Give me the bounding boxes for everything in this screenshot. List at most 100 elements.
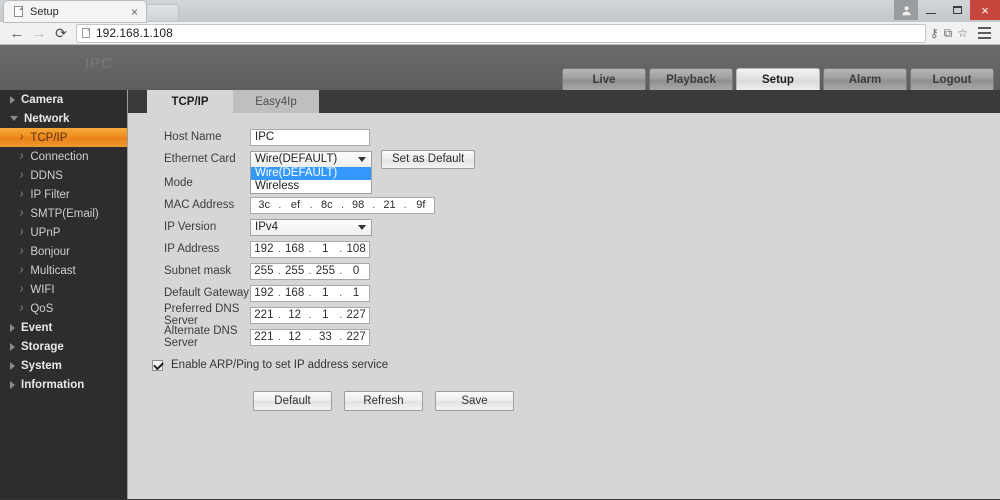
ip-octet-1[interactable]: 192 [251, 243, 277, 255]
window-close-button[interactable]: × [970, 0, 1000, 20]
sidebar-group-system[interactable]: System [0, 356, 127, 375]
dropdown-option-wireless[interactable]: Wireless [251, 180, 371, 193]
chevron-right-icon [10, 95, 15, 104]
refresh-button[interactable]: Refresh [344, 391, 423, 411]
sidebar-item-wifi[interactable]: › WIFI [0, 280, 127, 299]
address-bar[interactable]: 192.168.1.108 [76, 23, 926, 43]
sidebar-group-network[interactable]: Network [0, 109, 127, 128]
nav-alarm[interactable]: Alarm [823, 68, 907, 90]
host-name-label: Host Name [164, 131, 222, 143]
browser-tab[interactable]: Setup × [4, 1, 146, 22]
tcpip-form: Host Name IPC Ethernet Card Wire(DEFAULT… [128, 113, 1000, 411]
ip-octet-2[interactable]: 168 [282, 243, 308, 255]
sidebar-item-upnp[interactable]: › UPnP [0, 223, 127, 242]
ip-address-field[interactable]: 192 . 168 . 1 . 108 [250, 240, 370, 258]
pdns-octet-4[interactable]: 227 [343, 309, 369, 321]
forward-icon: → [31, 24, 47, 42]
nav-playback[interactable]: Playback [649, 68, 733, 90]
arp-ping-row: Enable ARP/Ping to set IP address servic… [128, 359, 1000, 371]
sidebar-item-ip-filter[interactable]: › IP Filter [0, 185, 127, 204]
sidebar-item-ddns[interactable]: › DDNS [0, 166, 127, 185]
copy-icon[interactable]: ⧉ [944, 27, 953, 39]
adns-octet-3[interactable]: 33 [313, 331, 339, 343]
ethernet-card-dropdown[interactable]: Wire(DEFAULT) Wireless [250, 167, 372, 194]
subnet-octet-4[interactable]: 0 [343, 265, 369, 277]
sidebar-item-qos[interactable]: › QoS [0, 299, 127, 318]
ip-version-select[interactable]: IPv4 [250, 218, 372, 236]
star-icon[interactable]: ☆ [957, 27, 968, 39]
preferred-dns-field[interactable]: 221 . 12 . 1 . 227 [250, 306, 370, 324]
sidebar-item-connection[interactable]: › Connection [0, 147, 127, 166]
pdns-octet-2[interactable]: 12 [282, 309, 308, 321]
sidebar-item-label: Connection [30, 150, 89, 163]
tab-tcpip[interactable]: TCP/IP [147, 90, 233, 113]
mac-seg-2: ef [290, 199, 301, 211]
sidebar-group-camera[interactable]: Camera [0, 90, 127, 109]
sidebar-item-label: Multicast [30, 264, 76, 277]
adns-octet-4[interactable]: 227 [343, 331, 369, 343]
device-body: Camera Network › TCP/IP › Connection › D… [0, 90, 1000, 499]
gateway-octet-4[interactable]: 1 [343, 287, 369, 299]
alternate-dns-field[interactable]: 221 . 12 . 33 . 227 [250, 328, 370, 346]
sidebar-item-multicast[interactable]: › Multicast [0, 261, 127, 280]
set-as-default-button[interactable]: Set as Default [381, 149, 476, 169]
nav-setup[interactable]: Setup [736, 68, 820, 90]
tab-easy4ip[interactable]: Easy4Ip [233, 90, 319, 113]
ip-octet-3[interactable]: 1 [313, 243, 339, 255]
mac-address-label: MAC Address [164, 199, 235, 211]
sidebar-item-label: TCP/IP [30, 131, 68, 144]
ethernet-card-value: Wire(DEFAULT) [255, 153, 338, 165]
subnet-octet-1[interactable]: 255 [251, 265, 277, 277]
arp-ping-checkbox[interactable] [152, 359, 163, 371]
minimize-button[interactable] [918, 0, 944, 20]
new-tab-button[interactable] [145, 4, 179, 22]
subnet-octet-3[interactable]: 255 [313, 265, 339, 277]
browser-tabstrip: Setup × × [0, 0, 1000, 22]
chevron-right-icon: › [20, 225, 24, 240]
sidebar-item-bonjour[interactable]: › Bonjour [0, 242, 127, 261]
ip-version-label: IP Version [164, 221, 217, 233]
sidebar-item-label: DDNS [30, 169, 63, 182]
nav-logout[interactable]: Logout [910, 68, 994, 90]
sidebar-group-event[interactable]: Event [0, 318, 127, 337]
browser-chrome: Setup × × ← → ⟳ 192.168.1.108 ⚷ ⧉ ☆ [0, 0, 1000, 45]
dropdown-option-wire[interactable]: Wire(DEFAULT) [251, 167, 371, 180]
gateway-octet-1[interactable]: 192 [251, 287, 277, 299]
close-icon[interactable]: × [129, 6, 140, 18]
pdns-octet-3[interactable]: 1 [313, 309, 339, 321]
chevron-right-icon: › [20, 149, 24, 164]
subnet-octet-2[interactable]: 255 [282, 265, 308, 277]
pdns-octet-1[interactable]: 221 [251, 309, 277, 321]
page-info-icon [82, 28, 90, 38]
host-name-input[interactable]: IPC [250, 128, 370, 146]
reload-icon[interactable]: ⟳ [50, 23, 72, 43]
gateway-octet-2[interactable]: 168 [282, 287, 308, 299]
maximize-button[interactable] [944, 0, 970, 20]
alternate-dns-label: Alternate DNS Server [164, 325, 238, 349]
preferred-dns-label: Preferred DNS Server [164, 303, 240, 327]
back-icon[interactable]: ← [6, 23, 28, 43]
key-icon[interactable]: ⚷ [930, 27, 939, 39]
sidebar-group-information[interactable]: Information [0, 375, 127, 394]
sidebar-item-tcpip[interactable]: › TCP/IP [0, 128, 127, 147]
default-gateway-field[interactable]: 192 . 168 . 1 . 1 [250, 284, 370, 302]
profile-icon[interactable] [894, 0, 918, 20]
sidebar-group-label: Camera [21, 93, 64, 106]
subnet-mask-field[interactable]: 255 . 255 . 255 . 0 [250, 262, 370, 280]
gateway-octet-3[interactable]: 1 [313, 287, 339, 299]
device-web-ui: IPC Live Playback Setup Alarm Logout Cam… [0, 45, 1000, 499]
mac-address-field: 3c . ef . 8c . 98 . 21 . 9f [250, 196, 435, 214]
sidebar-item-label: IP Filter [30, 188, 70, 201]
default-button[interactable]: Default [253, 391, 332, 411]
ip-octet-4[interactable]: 108 [343, 243, 369, 255]
nav-live[interactable]: Live [562, 68, 646, 90]
sidebar-item-smtp[interactable]: › SMTP(Email) [0, 204, 127, 223]
save-button[interactable]: Save [435, 391, 514, 411]
sidebar-group-storage[interactable]: Storage [0, 337, 127, 356]
adns-octet-2[interactable]: 12 [282, 331, 308, 343]
browser-menu-icon[interactable] [974, 23, 994, 43]
sidebar-item-label: WIFI [30, 283, 55, 296]
adns-octet-1[interactable]: 221 [251, 331, 277, 343]
sidebar-group-label: Network [24, 112, 70, 125]
ethernet-card-select[interactable]: Wire(DEFAULT) [250, 150, 372, 168]
